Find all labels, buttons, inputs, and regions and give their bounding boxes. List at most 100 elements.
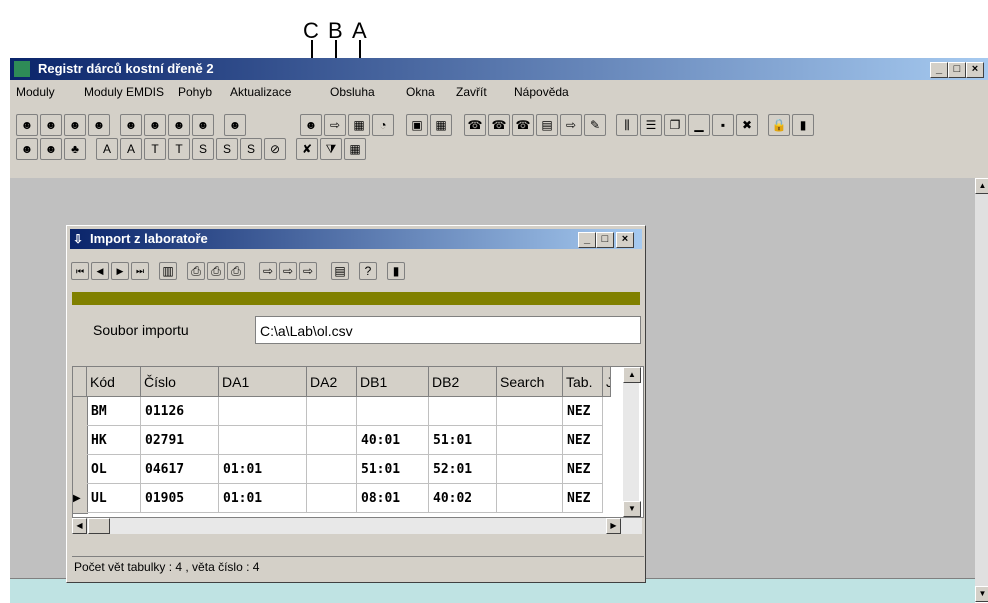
cell-db1[interactable]: 51:01 (357, 455, 429, 484)
menu-moduly[interactable]: Moduly (16, 85, 55, 99)
print-icon[interactable]: ⎙ (187, 262, 205, 280)
cell-kod[interactable]: HK (87, 426, 141, 455)
letter-s-icon[interactable]: S (240, 138, 262, 160)
main-vertical-scrollbar[interactable]: ▲ ▼ (975, 178, 988, 602)
trash-icon[interactable]: ▥ (159, 262, 177, 280)
grid-scroll-left-icon[interactable]: ◀ (72, 518, 87, 534)
calendar-icon[interactable]: ▣ (406, 114, 428, 136)
donor-icon[interactable]: ☻ (192, 114, 214, 136)
cell-da1[interactable]: 01:01 (219, 484, 307, 513)
row-indicator[interactable] (73, 397, 88, 427)
next-record-icon[interactable]: ▶ (111, 262, 129, 280)
cell-search[interactable] (497, 426, 563, 455)
letter-t-icon[interactable]: T (144, 138, 166, 160)
cell-tab[interactable]: NEZ (563, 455, 603, 484)
cell-da2[interactable] (307, 455, 357, 484)
cell-da1[interactable]: 01:01 (219, 455, 307, 484)
file-input[interactable]: C:\a\Lab\ol.csv (255, 316, 641, 344)
letter-s-icon[interactable]: S (192, 138, 214, 160)
plant-icon[interactable]: ♣ (64, 138, 86, 160)
cell-search[interactable] (497, 455, 563, 484)
header-kod[interactable]: Kód (87, 367, 141, 397)
table-icon[interactable]: ▦ (344, 138, 366, 160)
cell-da1[interactable] (219, 397, 307, 426)
grid-vertical-scrollbar[interactable] (623, 383, 639, 501)
scroll-up-icon[interactable]: ▲ (975, 178, 988, 194)
maximize-button[interactable]: □ (948, 62, 966, 78)
funnel-icon[interactable]: ⧩ (320, 138, 342, 160)
cell-cislo[interactable]: 02791 (141, 426, 219, 455)
cell-cislo[interactable]: 04617 (141, 455, 219, 484)
cell-db1[interactable]: 40:01 (357, 426, 429, 455)
letter-a-icon[interactable]: A (120, 138, 142, 160)
cascade-icon[interactable]: ❐ (664, 114, 686, 136)
cell-db2[interactable] (429, 397, 497, 426)
export-icon[interactable]: ⇨ (560, 114, 582, 136)
phone-icon[interactable]: ☎ (488, 114, 510, 136)
donor-icon[interactable]: ☻ (16, 138, 38, 160)
header-search[interactable]: Search (497, 367, 563, 397)
cell-db2[interactable]: 40:02 (429, 484, 497, 513)
import-b-icon[interactable]: ⇨ (324, 114, 346, 136)
menu-obsluha[interactable]: Obsluha (330, 85, 375, 99)
scroll-down-icon[interactable]: ▼ (975, 586, 988, 602)
arrange-icon[interactable]: ▪ (712, 114, 734, 136)
grid-icon[interactable]: ▦ (430, 114, 452, 136)
import-icon[interactable]: ⇨ (259, 262, 277, 280)
letter-a-icon[interactable]: A (96, 138, 118, 160)
exit-door-icon[interactable]: ▮ (387, 262, 405, 280)
donor-icon[interactable]: ☻ (120, 114, 142, 136)
grid-horizontal-scrollbar[interactable]: ◀ ▶ (72, 518, 642, 534)
clock-icon[interactable]: ◔ (372, 114, 394, 136)
letter-s-icon[interactable]: S (216, 138, 238, 160)
donor-icon[interactable]: ☻ (16, 114, 38, 136)
donor-icon[interactable]: ☻ (144, 114, 166, 136)
first-record-icon[interactable]: ⏮ (71, 262, 89, 280)
donor-icon[interactable]: ☻ (224, 114, 246, 136)
cell-kod[interactable]: OL (87, 455, 141, 484)
row-indicator[interactable] (73, 455, 88, 485)
cell-kod[interactable]: UL (87, 484, 141, 513)
lock-icon[interactable]: 🔒 (768, 114, 790, 136)
no-entry-icon[interactable]: ⊘ (264, 138, 286, 160)
close-button[interactable]: × (966, 62, 984, 78)
menu-pohyb[interactable]: Pohyb (178, 85, 212, 99)
rows-icon[interactable]: ☰ (640, 114, 662, 136)
cell-db1[interactable]: 08:01 (357, 484, 429, 513)
menu-aktualizace[interactable]: Aktualizace (230, 85, 291, 99)
document-icon[interactable]: ▤ (331, 262, 349, 280)
cell-db1[interactable] (357, 397, 429, 426)
table-icon[interactable]: ▤ (536, 114, 558, 136)
donor-icon[interactable]: ☻ (40, 114, 62, 136)
menu-zavrit[interactable]: Zavřít (456, 85, 487, 99)
header-db1[interactable]: DB1 (357, 367, 429, 397)
donor-icon[interactable]: ☻ (88, 114, 110, 136)
grid-scroll-right-icon[interactable]: ▶ (606, 518, 621, 534)
print-icon[interactable]: ⎙ (207, 262, 225, 280)
delete-x-icon[interactable]: ✘ (296, 138, 318, 160)
exit-door-icon[interactable]: ▮ (792, 114, 814, 136)
cell-kod[interactable]: BM (87, 397, 141, 426)
cell-da2[interactable] (307, 397, 357, 426)
current-row-indicator[interactable]: ▶ (73, 484, 88, 514)
close-all-icon[interactable]: ✖ (736, 114, 758, 136)
menu-okna[interactable]: Okna (406, 85, 435, 99)
last-record-icon[interactable]: ⏭ (131, 262, 149, 280)
donor-icon[interactable]: ☻ (168, 114, 190, 136)
import-d-icon[interactable]: ⇨ (299, 262, 317, 280)
header-da1[interactable]: DA1 (219, 367, 307, 397)
cell-da1[interactable] (219, 426, 307, 455)
donor-icon[interactable]: ☻ (40, 138, 62, 160)
import-icon[interactable]: ⇨ (279, 262, 297, 280)
header-db2[interactable]: DB2 (429, 367, 497, 397)
donor-c-icon[interactable]: ☻ (300, 114, 322, 136)
phone-icon[interactable]: ☎ (512, 114, 534, 136)
header-j[interactable]: J (603, 367, 611, 397)
cell-da2[interactable] (307, 484, 357, 513)
cell-cislo[interactable]: 01905 (141, 484, 219, 513)
cell-search[interactable] (497, 484, 563, 513)
import-close-button[interactable]: × (616, 232, 634, 248)
import-maximize-button[interactable]: □ (596, 232, 614, 248)
menu-napoveda[interactable]: Nápověda (514, 85, 569, 99)
header-cislo[interactable]: Číslo (141, 367, 219, 397)
